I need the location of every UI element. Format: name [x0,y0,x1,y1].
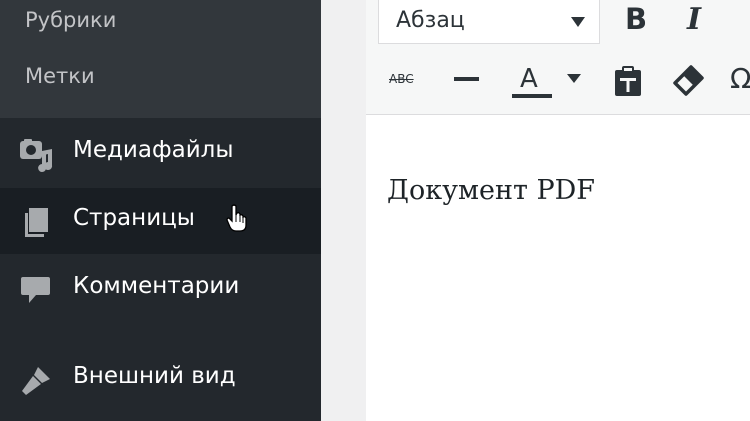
chevron-down-icon [571,17,585,27]
text-color-swatch [512,94,552,98]
sidebar-item-media[interactable]: Медиафайлы [0,120,321,186]
paste-text-icon [615,66,641,96]
appearance-icon [18,363,54,399]
hand-cursor-icon [226,204,248,232]
chevron-down-icon[interactable] [567,74,581,83]
sidebar-item-label: Внешний вид [73,363,236,389]
document-text[interactable]: Документ PDF [387,175,595,206]
submenu-item-categories[interactable]: Рубрики [25,8,116,32]
format-select[interactable]: Абзац [378,0,600,44]
text-color-button[interactable]: A [512,64,552,100]
sidebar-item-label: Медиафайлы [73,137,234,163]
comments-icon [18,273,54,309]
clear-formatting-button[interactable] [671,64,705,98]
sidebar-item-pages[interactable]: Страницы [0,188,321,254]
eraser-icon [673,65,704,96]
editor-toolbar: Абзац B I ABC A Ω [366,0,750,115]
editor-area: Абзац B I ABC A Ω Документ PDF [321,0,750,421]
admin-sidebar: Рубрики Метки Медиафайлы Страницы Коммен… [0,0,321,421]
sidebar-item-appearance[interactable]: Внешний вид [0,346,321,412]
pages-icon [18,205,54,241]
strikethrough-button[interactable]: ABC [389,72,414,86]
screen: Рубрики Метки Медиафайлы Страницы Коммен… [0,0,750,421]
bold-button[interactable]: B [625,2,647,36]
sidebar-item-label: Комментарии [73,273,240,299]
horizontal-line-button[interactable] [454,77,479,81]
posts-submenu: Рубрики Метки [0,0,321,118]
editor-content[interactable]: Документ PDF [366,115,750,421]
format-select-value: Абзац [396,8,465,33]
paste-as-text-button[interactable] [611,64,645,98]
sidebar-item-label: Страницы [73,205,195,231]
sidebar-item-comments[interactable]: Комментарии [0,256,321,322]
media-icon [18,137,54,173]
text-color-letter: A [520,64,538,94]
submenu-item-tags[interactable]: Метки [25,64,95,88]
italic-button[interactable]: I [687,2,701,37]
special-character-button[interactable]: Ω [730,62,750,98]
